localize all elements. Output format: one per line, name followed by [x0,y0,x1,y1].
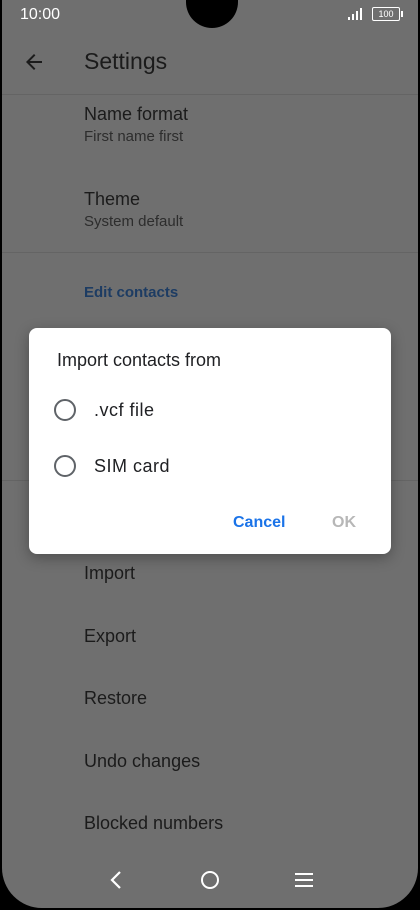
list-item-import[interactable]: Import [84,563,135,584]
option-sim-card[interactable]: SIM card [54,446,354,486]
list-item-export[interactable]: Export [84,626,136,647]
radio-label: SIM card [94,455,171,476]
setting-subtitle: System default [84,213,184,230]
back-arrow-icon[interactable] [22,50,46,74]
dialog-title: Import contacts from [57,350,222,370]
device-frame: 10:00 100 Settings Name format First nam… [0,0,420,910]
divider [2,252,418,253]
list-item-restore[interactable]: Restore [84,688,147,709]
setting-title: Name format [84,104,189,124]
signal-icon [348,8,362,20]
option-vcf-file[interactable]: .vcf file [54,390,354,430]
setting-subtitle: First name first [84,128,184,145]
section-header-edit-contacts: Edit contacts [84,284,179,301]
list-item-blocked-numbers[interactable]: Blocked numbers [84,813,223,834]
camera-notch [186,0,238,28]
status-icons: 100 [348,7,403,21]
app-bar: Settings [2,30,418,95]
radio-label: .vcf file [94,399,155,420]
import-contacts-dialog: Import contacts from .vcf file SIM card … [29,328,391,554]
navigation-bar [2,858,418,906]
setting-title: Theme [84,189,141,209]
page-title: Settings [84,48,168,74]
setting-theme[interactable]: Theme System default [84,189,183,230]
nav-menu-icon[interactable] [292,868,316,892]
nav-home-icon[interactable] [198,868,222,892]
radio-button[interactable] [54,455,76,477]
radio-button[interactable] [54,399,76,421]
list-item-undo-changes[interactable]: Undo changes [84,751,200,772]
ok-button[interactable]: OK [332,514,356,532]
nav-back-icon[interactable] [105,868,129,892]
setting-name-format[interactable]: Name format First name first [84,104,188,145]
battery-icon: 100 [372,7,403,21]
cancel-button[interactable]: Cancel [233,514,285,532]
status-time: 10:00 [20,6,61,23]
